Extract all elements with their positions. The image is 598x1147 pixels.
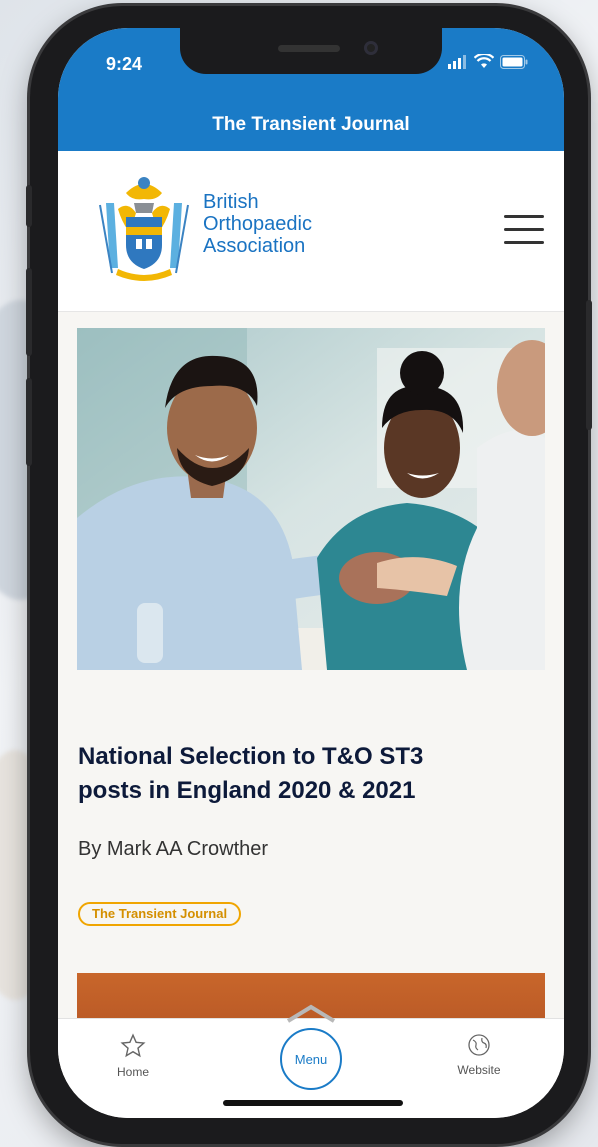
star-icon bbox=[120, 1033, 146, 1058]
camera-icon bbox=[364, 41, 378, 55]
phone-power-button bbox=[586, 300, 592, 430]
notch bbox=[180, 28, 442, 74]
app-screen: 9:24 The Transient Journal British Ortho… bbox=[58, 28, 564, 1118]
globe-icon bbox=[468, 1034, 490, 1056]
brand-line-1: British bbox=[203, 191, 259, 213]
status-icons bbox=[448, 54, 528, 69]
app-title: The Transient Journal bbox=[212, 113, 410, 135]
signal-icon bbox=[448, 54, 466, 69]
battery-icon bbox=[500, 54, 528, 69]
chevron-up-icon[interactable] bbox=[286, 1003, 336, 1023]
site-header: British Orthopaedic Association bbox=[58, 151, 564, 312]
boa-crest-logo[interactable] bbox=[96, 173, 192, 285]
wifi-icon bbox=[474, 54, 494, 68]
article-hero-image[interactable] bbox=[77, 328, 545, 670]
menu-button[interactable]: Menu bbox=[280, 1028, 342, 1090]
brand-wordmark[interactable]: British Orthopaedic Association bbox=[203, 191, 312, 257]
menu-button-label: Menu bbox=[294, 1051, 328, 1067]
handshake-photo bbox=[77, 328, 545, 670]
article-title[interactable]: National Selection to T&O ST3 posts in E… bbox=[78, 740, 548, 808]
category-tag[interactable]: The Transient Journal bbox=[78, 902, 242, 926]
article-title-line-2: posts in England 2020 & 2021 bbox=[78, 777, 416, 804]
phone-volume-up bbox=[26, 268, 32, 356]
status-time: 9:24 bbox=[106, 54, 143, 74]
app-title-bar: The Transient Journal bbox=[58, 98, 564, 151]
article-byline: By Mark AA Crowther bbox=[78, 838, 269, 860]
brand-line-3: Association bbox=[203, 235, 306, 257]
brand-line-2: Orthopaedic bbox=[203, 213, 312, 235]
speaker bbox=[278, 45, 340, 52]
phone-volume-down bbox=[26, 378, 32, 466]
tab-home[interactable]: Home bbox=[88, 1033, 178, 1079]
home-indicator[interactable] bbox=[223, 1100, 403, 1106]
phone-side-button bbox=[26, 185, 32, 227]
tab-website[interactable]: Website bbox=[434, 1033, 524, 1077]
article-title-line-1: National Selection to T&O ST3 bbox=[78, 743, 424, 770]
tab-website-label: Website bbox=[457, 1063, 501, 1077]
status-bar: 9:24 bbox=[58, 28, 564, 98]
hamburger-icon[interactable] bbox=[504, 213, 544, 247]
tab-home-label: Home bbox=[116, 1065, 149, 1079]
